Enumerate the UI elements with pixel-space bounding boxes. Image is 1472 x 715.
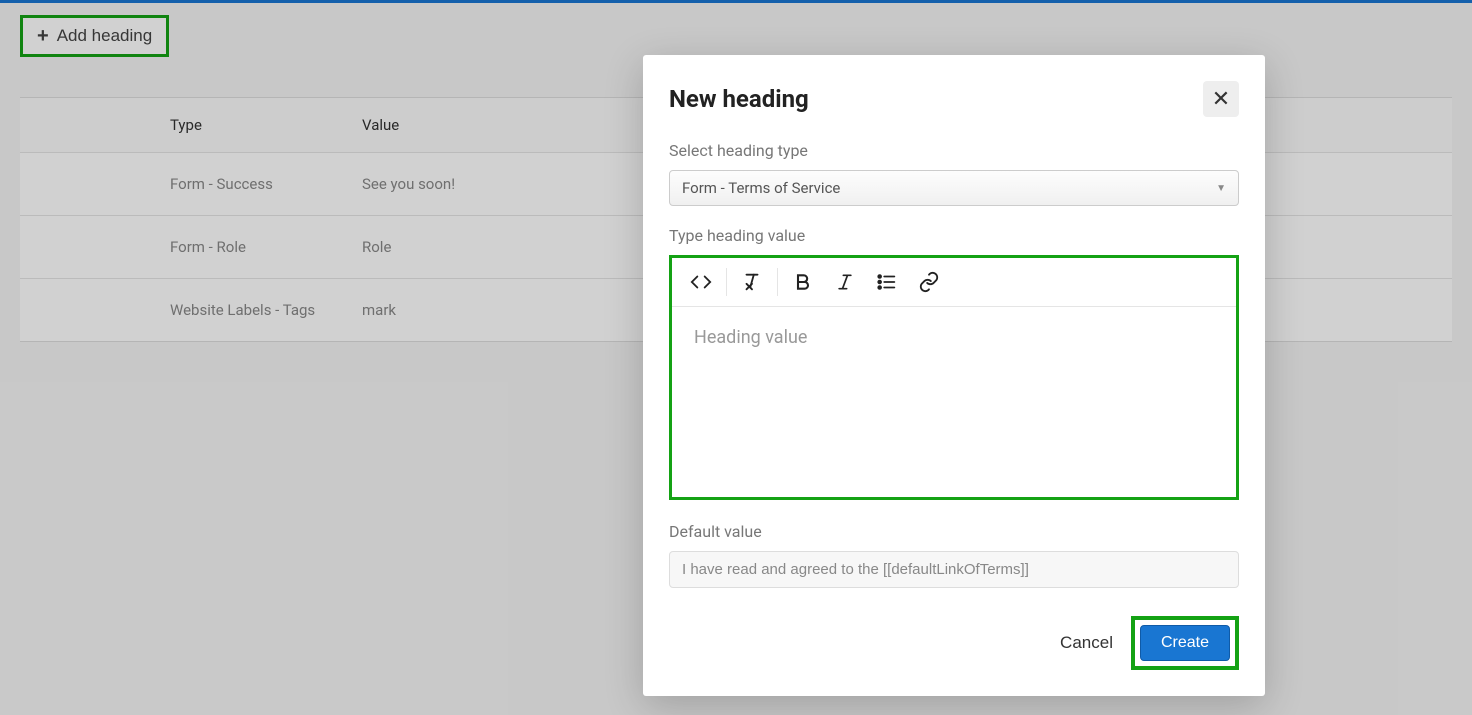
list-icon: [876, 271, 898, 293]
modal-title: New heading: [669, 85, 809, 113]
editor-toolbar: [672, 258, 1236, 307]
italic-button[interactable]: [824, 262, 866, 302]
list-button[interactable]: [866, 262, 908, 302]
chevron-down-icon: ▼: [1216, 183, 1226, 194]
default-value-label: Default value: [669, 522, 1239, 541]
new-heading-modal: New heading ✕ Select heading type Form -…: [643, 55, 1265, 696]
editor-content-area[interactable]: Heading value: [672, 307, 1236, 497]
create-button-highlight: Create: [1131, 616, 1239, 670]
select-value: Form - Terms of Service: [682, 179, 840, 197]
cancel-button[interactable]: Cancel: [1060, 633, 1113, 653]
source-code-button[interactable]: [680, 262, 722, 302]
clear-format-icon: [741, 271, 763, 293]
toolbar-divider: [726, 268, 727, 296]
select-heading-type-label: Select heading type: [669, 141, 1239, 160]
default-value-input: [669, 551, 1239, 588]
italic-icon: [835, 272, 855, 292]
link-button[interactable]: [908, 262, 950, 302]
close-button[interactable]: ✕: [1203, 81, 1239, 117]
code-icon: [690, 271, 712, 293]
create-button[interactable]: Create: [1140, 625, 1230, 661]
type-heading-value-label: Type heading value: [669, 226, 1239, 245]
heading-value-editor: Heading value: [669, 255, 1239, 500]
heading-type-select[interactable]: Form - Terms of Service ▼: [669, 170, 1239, 206]
toolbar-divider: [777, 268, 778, 296]
bold-button[interactable]: [782, 262, 824, 302]
link-icon: [918, 271, 940, 293]
clear-formatting-button[interactable]: [731, 262, 773, 302]
close-icon: ✕: [1212, 86, 1230, 112]
bold-icon: [793, 272, 813, 292]
